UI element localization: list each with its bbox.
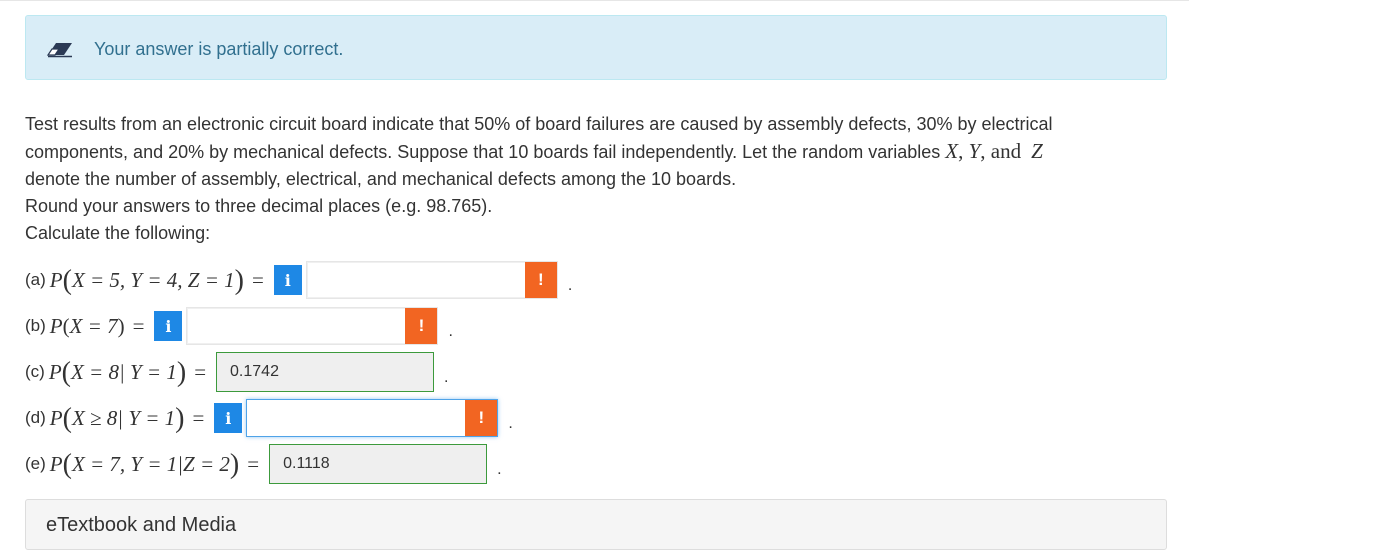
equals-sign: = xyxy=(194,359,207,384)
part-b-answer-input[interactable]: ! xyxy=(186,307,439,345)
period: . xyxy=(508,415,513,432)
equals-sign: = xyxy=(192,405,205,430)
part-a-answer-input[interactable]: ! xyxy=(305,261,558,299)
part-e-answer-input[interactable]: 0.1118 xyxy=(269,444,488,484)
part-d-answer-input[interactable]: ! xyxy=(246,399,499,437)
part-a-expression: P(X = 5, Y = 4, Z = 1) xyxy=(49,264,244,296)
equals-sign: = xyxy=(251,267,264,292)
part-d-expression: P(X ≥ 8| Y = 1) xyxy=(49,402,185,434)
question-text: Test results from an electronic circuit … xyxy=(25,111,1165,247)
pencil-eraser-icon xyxy=(46,43,72,58)
right-gutter xyxy=(1189,0,1399,549)
question-line-1: Test results from an electronic circuit … xyxy=(25,114,1053,134)
period: . xyxy=(567,277,573,294)
part-a-row: (a) P(X = 5, Y = 4, Z = 1) = i ! . xyxy=(25,260,572,300)
period: . xyxy=(497,461,502,478)
part-label: (d) xyxy=(25,408,46,427)
part-c-expression: P(X = 8| Y = 1) xyxy=(48,356,187,388)
info-button[interactable]: i xyxy=(214,403,243,433)
period: . xyxy=(444,369,449,386)
feedback-banner: Your answer is partially correct. xyxy=(25,15,1167,80)
info-button[interactable]: i xyxy=(154,311,183,341)
part-e-row: (e) P(X = 7, Y = 1|Z = 2) = 0.1118 . xyxy=(25,444,502,484)
part-b-row: (b) P(X = 7) = i ! . xyxy=(25,306,453,346)
question-line-4: Round your answers to three decimal plac… xyxy=(25,196,493,216)
question-line-5: Calculate the following: xyxy=(25,223,211,243)
part-b-expression: P(X = 7) xyxy=(49,313,125,338)
equals-sign: = xyxy=(132,313,145,338)
part-label: (a) xyxy=(25,270,46,289)
equals-sign: = xyxy=(247,451,260,476)
part-label: (e) xyxy=(25,454,46,473)
part-c-answer-input[interactable]: 0.1742 xyxy=(216,352,435,392)
question-panel: Your answer is partially correct. Test r… xyxy=(0,0,1189,550)
info-button[interactable]: i xyxy=(273,265,302,295)
etextbook-media-section[interactable]: eTextbook and Media xyxy=(25,499,1167,550)
warning-icon[interactable]: ! xyxy=(524,262,557,298)
warning-icon[interactable]: ! xyxy=(405,308,438,344)
part-d-row: (d) P(X ≥ 8| Y = 1) = i ! . xyxy=(25,398,513,438)
question-line-3: denote the number of assembly, electrica… xyxy=(25,169,737,189)
warning-icon[interactable]: ! xyxy=(465,400,498,436)
part-e-expression: P(X = 7, Y = 1|Z = 2) xyxy=(49,448,240,480)
part-c-row: (c) P(X = 8| Y = 1) = 0.1742 . xyxy=(25,352,448,392)
etextbook-media-label: eTextbook and Media xyxy=(46,514,237,536)
part-label: (c) xyxy=(25,362,45,381)
question-line-2: components, and 20% by mechanical defect… xyxy=(25,139,1043,163)
part-label: (b) xyxy=(25,316,46,335)
feedback-message: Your answer is partially correct. xyxy=(94,39,344,59)
period: . xyxy=(448,323,453,340)
